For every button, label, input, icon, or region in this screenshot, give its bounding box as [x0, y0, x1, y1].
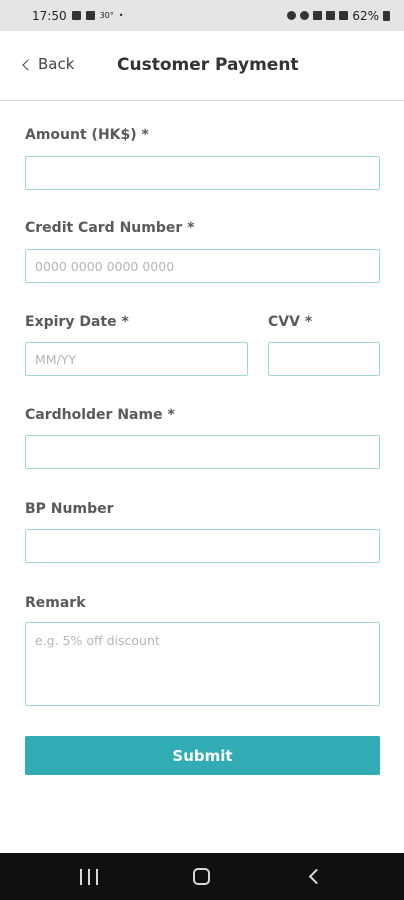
chevron-left-icon — [22, 58, 34, 71]
system-nav-bar — [0, 853, 404, 900]
nav-back-icon[interactable] — [308, 868, 325, 885]
status-temperature: 30° — [99, 11, 114, 20]
home-icon[interactable] — [193, 868, 210, 885]
card-number-input[interactable] — [25, 249, 380, 283]
submit-button[interactable]: Submit — [25, 736, 380, 775]
cardholder-label: Cardholder Name * — [25, 407, 175, 423]
bp-number-label: BP Number — [25, 501, 114, 517]
card-number-label: Credit Card Number * — [25, 220, 195, 236]
status-left: 17:50 30° • — [32, 9, 124, 23]
status-battery: 62% — [352, 8, 379, 23]
wifi-icon — [313, 11, 323, 20]
battery-icon — [383, 10, 390, 21]
amount-input[interactable] — [25, 156, 380, 190]
alarm-icon — [287, 11, 297, 20]
remark-label: Remark — [25, 595, 86, 611]
status-time: 17:50 — [32, 8, 67, 23]
expiry-input[interactable] — [25, 342, 248, 376]
expiry-label: Expiry Date * — [25, 314, 129, 330]
back-button[interactable]: Back — [22, 55, 75, 73]
back-label: Back — [38, 55, 75, 73]
dot-icon: • — [118, 11, 124, 20]
page-title: Customer Payment — [117, 55, 299, 75]
signal-icon — [326, 11, 336, 20]
app-header: Back Customer Payment — [0, 31, 404, 101]
status-bar: 17:50 30° • 62% — [0, 0, 404, 31]
image-icon — [71, 11, 81, 20]
mute-icon — [300, 11, 310, 20]
message-icon — [85, 11, 95, 20]
remark-textarea[interactable] — [25, 622, 380, 706]
status-right: 62% — [287, 9, 390, 23]
recent-apps-icon[interactable] — [80, 869, 98, 885]
cardholder-input[interactable] — [25, 435, 380, 469]
bp-number-input[interactable] — [25, 529, 380, 563]
signal-icon-2 — [339, 11, 349, 20]
amount-label: Amount (HK$) * — [25, 127, 149, 143]
cvv-input[interactable] — [268, 342, 380, 376]
cvv-label: CVV * — [268, 314, 313, 330]
